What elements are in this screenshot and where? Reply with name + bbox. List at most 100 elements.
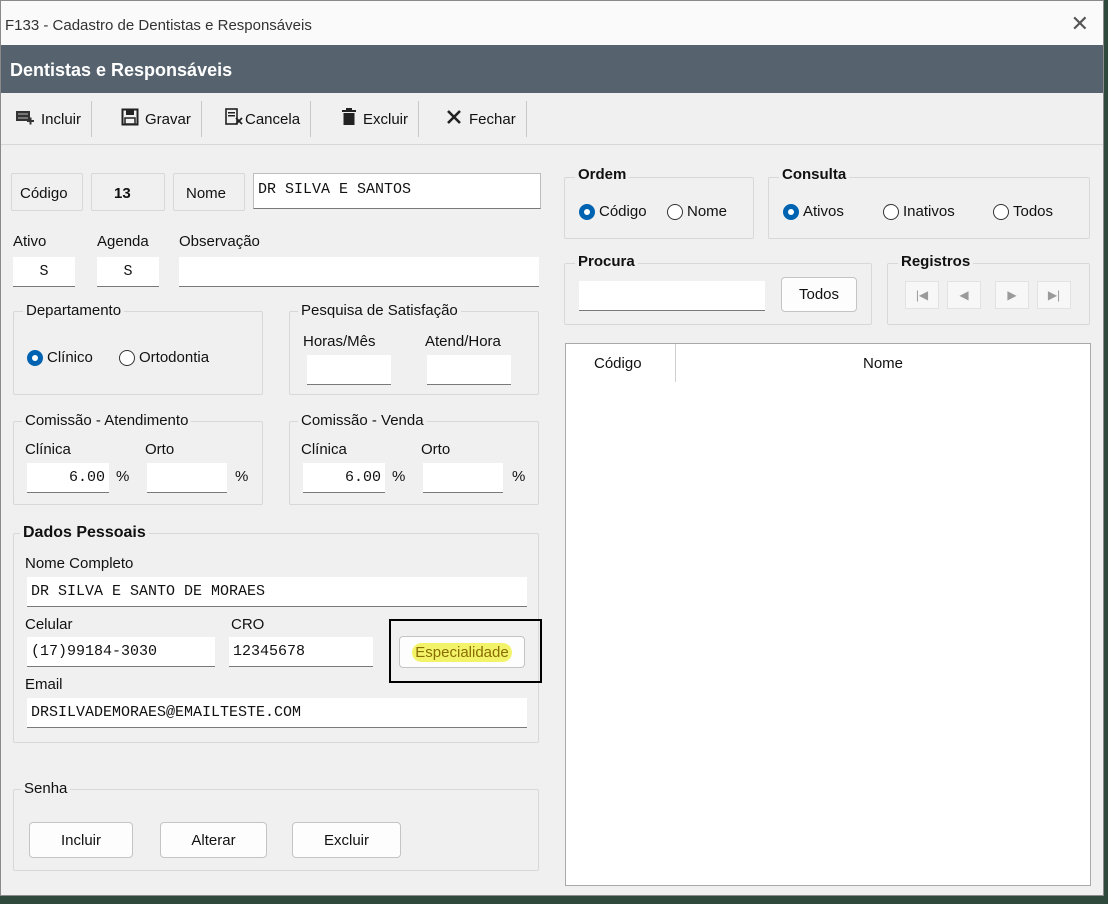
comissao-atendimento-title: Comissão - Atendimento <box>22 412 192 429</box>
cancela-label: Cancela <box>245 110 301 128</box>
ativo-input[interactable]: S <box>13 257 75 287</box>
especialidade-label: Especialidade <box>412 642 512 662</box>
nome-label: Nome <box>186 185 227 202</box>
ca-clinica-label: Clínica <box>25 441 71 458</box>
nome-completo-input[interactable]: DR SILVA E SANTO DE MORAES <box>27 577 527 607</box>
inativos-label: Inativos <box>903 203 955 220</box>
ca-orto-pct: % <box>235 468 249 485</box>
ordem-title: Ordem <box>575 166 630 183</box>
pesquisa-title: Pesquisa de Satisfação <box>298 302 461 319</box>
prev-record-icon[interactable]: ◀ <box>947 281 981 309</box>
cancel-icon <box>225 107 243 131</box>
close-x-icon <box>445 108 463 131</box>
last-record-icon[interactable]: ▶| <box>1037 281 1071 309</box>
grid-header-nome[interactable]: Nome <box>676 344 1090 382</box>
grid-header-nome-label: Nome <box>862 354 903 372</box>
ordem-codigo-label: Código <box>599 203 647 220</box>
ortodontia-label: Ortodontia <box>139 349 210 366</box>
next-record-icon[interactable]: ▶ <box>995 281 1029 309</box>
celular-label: Celular <box>25 616 73 633</box>
senha-title: Senha <box>21 780 71 797</box>
radio-todos[interactable]: Todos <box>993 203 1053 220</box>
ca-orto-input[interactable] <box>147 463 227 493</box>
add-record-icon <box>15 108 35 131</box>
procura-input[interactable] <box>579 281 765 311</box>
horas-label: Horas/Mês <box>303 333 376 350</box>
ca-orto-label: Orto <box>145 441 175 458</box>
procura-title: Procura <box>575 253 638 270</box>
email-label: Email <box>25 676 63 693</box>
registros-title: Registros <box>898 253 974 270</box>
toolbar: Incluir Gravar Cancela Excluir Fechar <box>1 93 1103 145</box>
observacao-input[interactable] <box>179 257 539 287</box>
incluir-label: Incluir <box>41 110 82 128</box>
senha-incluir-button[interactable]: Incluir <box>29 822 133 858</box>
nome-completo-label: Nome Completo <box>25 555 134 572</box>
departamento-title: Departamento <box>23 302 125 319</box>
main-window: F133 - Cadastro de Dentistas e Responsáv… <box>0 0 1104 896</box>
ativo-label: Ativo <box>13 233 47 250</box>
radio-selected-icon <box>579 203 595 220</box>
cro-input[interactable]: 12345678 <box>229 637 373 667</box>
agenda-label: Agenda <box>97 233 149 250</box>
especialidade-button[interactable]: Especialidade <box>399 636 525 668</box>
ca-clinica-pct: % <box>116 468 130 485</box>
horas-input[interactable] <box>307 355 391 385</box>
radio-inativos[interactable]: Inativos <box>883 203 955 220</box>
senha-alterar-label: Alterar <box>191 831 236 849</box>
radio-unselected-icon <box>667 203 683 220</box>
form-header: Dentistas e Responsáveis <box>1 45 1103 93</box>
cv-orto-label: Orto <box>421 441 451 458</box>
radio-ortodontia[interactable]: Ortodontia <box>119 349 209 366</box>
save-icon <box>121 108 139 131</box>
cv-clinica-input[interactable]: 6.00 <box>303 463 385 493</box>
cv-clinica-label: Clínica <box>301 441 347 458</box>
radio-clinico[interactable]: Clínico <box>27 349 93 366</box>
ca-clinica-input[interactable]: 6.00 <box>27 463 109 493</box>
radio-ativos[interactable]: Ativos <box>783 203 844 220</box>
fechar-label: Fechar <box>469 110 516 128</box>
excluir-label: Excluir <box>363 110 409 128</box>
incluir-button[interactable]: Incluir <box>15 101 93 137</box>
codigo-label-box: Código <box>11 173 83 211</box>
consulta-title: Consulta <box>779 166 850 183</box>
radio-ordem-nome[interactable]: Nome <box>667 203 727 220</box>
comissao-venda-title: Comissão - Venda <box>298 412 427 429</box>
cro-label: CRO <box>231 616 265 633</box>
radio-unselected-icon <box>993 203 1009 220</box>
ativos-label: Ativos <box>803 203 844 220</box>
close-icon[interactable]: ✕ <box>1071 11 1089 37</box>
senha-incluir-label: Incluir <box>60 831 101 849</box>
nome-label-box: Nome <box>173 173 245 211</box>
procura-todos-button[interactable]: Todos <box>781 277 857 312</box>
celular-input[interactable]: (17)99184-3030 <box>27 637 215 667</box>
window-title: F133 - Cadastro de Dentistas e Responsáv… <box>5 17 312 34</box>
email-input[interactable]: DRSILVADEMORAES@EMAILTESTE.COM <box>27 698 527 728</box>
form-title: Dentistas e Responsáveis <box>10 60 233 80</box>
clinico-label: Clínico <box>47 349 93 366</box>
procura-todos-label: Todos <box>798 286 840 303</box>
radio-ordem-codigo[interactable]: Código <box>579 203 647 220</box>
grid-header-codigo[interactable]: Código <box>566 344 676 382</box>
observacao-label: Observação <box>179 233 260 250</box>
title-bar: F133 - Cadastro de Dentistas e Responsáv… <box>1 1 1103 45</box>
atend-label: Atend/Hora <box>425 333 501 350</box>
nome-input[interactable]: DR SILVA E SANTOS <box>253 173 541 209</box>
atend-input[interactable] <box>427 355 511 385</box>
first-record-icon[interactable]: |◀ <box>905 281 939 309</box>
senha-alterar-button[interactable]: Alterar <box>160 822 267 858</box>
cv-orto-input[interactable] <box>423 463 503 493</box>
radio-selected-icon <box>27 349 43 366</box>
fechar-button[interactable]: Fechar <box>445 101 527 137</box>
records-grid[interactable]: Código Nome <box>565 343 1091 886</box>
gravar-label: Gravar <box>145 110 191 128</box>
senha-excluir-button[interactable]: Excluir <box>292 822 401 858</box>
cancela-button[interactable]: Cancela <box>225 101 312 137</box>
codigo-label: Código <box>20 185 68 202</box>
codigo-value-box: 13 <box>91 173 165 211</box>
dados-pessoais-title: Dados Pessoais <box>20 524 149 542</box>
agenda-input[interactable]: S <box>97 257 159 287</box>
gravar-button[interactable]: Gravar <box>121 101 202 137</box>
radio-unselected-icon <box>119 349 135 366</box>
excluir-button[interactable]: Excluir <box>341 101 420 137</box>
